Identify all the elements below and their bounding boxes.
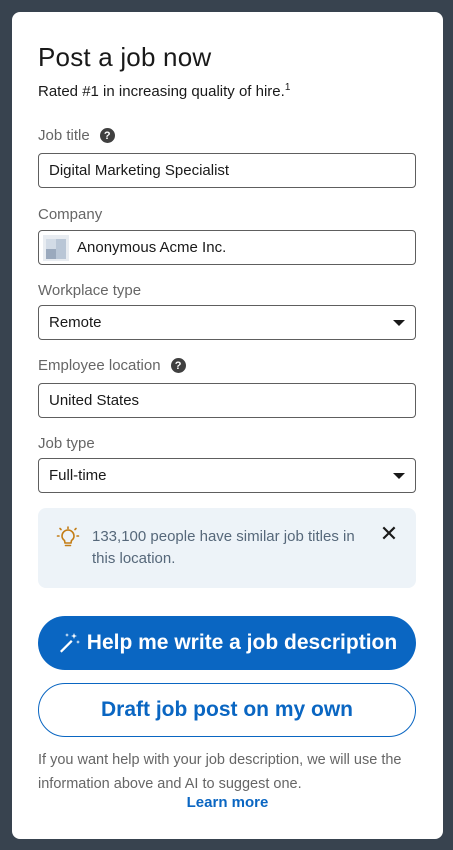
job-title-label-text: Job title [38, 127, 90, 144]
similar-titles-text: 133,100 people have similar job titles i… [92, 528, 355, 567]
workplace-type-value: Remote [49, 314, 102, 331]
job-type-caret-down-icon [393, 472, 405, 479]
job-type-label-text: Job type [38, 435, 95, 452]
help-write-description-button[interactable]: Help me write a job description [38, 616, 416, 670]
subtitle-footnote[interactable]: 1 [285, 82, 291, 93]
learn-more-link[interactable]: Learn more [12, 794, 443, 811]
subtitle-text: Rated #1 in increasing quality of hire. [38, 83, 285, 100]
company-value: Anonymous Acme Inc. [77, 239, 227, 256]
employee-location-label: Employee location ? [38, 357, 186, 374]
job-type-label: Job type [38, 435, 95, 452]
company-label-text: Company [38, 206, 103, 223]
employee-location-value: United States [49, 392, 140, 409]
employee-location-input[interactable]: United States [38, 383, 416, 418]
job-type-select[interactable]: Full-time [38, 458, 416, 493]
job-title-help-icon[interactable]: ? [99, 128, 115, 143]
employee-location-label-text: Employee location [38, 357, 161, 374]
subtitle: Rated #1 in increasing quality of hire.1 [38, 82, 290, 100]
workplace-type-select[interactable]: Remote [38, 305, 416, 340]
close-icon[interactable]: ✕ [379, 523, 399, 545]
ai-disclaimer-text: If you want help with your job descripti… [38, 752, 402, 792]
post-job-card: Post a job now Rated #1 in increasing qu… [12, 12, 443, 839]
job-type-value: Full-time [49, 467, 107, 484]
company-label: Company [38, 206, 102, 223]
workplace-type-label: Workplace type [38, 282, 141, 299]
company-logo-icon [43, 234, 69, 261]
job-title-value: Digital Marketing Specialist [49, 162, 230, 179]
job-title-input[interactable]: Digital Marketing Specialist [38, 153, 416, 188]
job-title-label: Job title ? [38, 127, 115, 144]
lightbulb-icon [56, 526, 80, 547]
magic-wand-icon [59, 633, 80, 653]
company-input[interactable]: Anonymous Acme Inc. [38, 230, 416, 265]
page-title: Post a job now [38, 42, 212, 72]
workplace-type-caret-down-icon [393, 319, 405, 326]
similar-titles-info-box: 133,100 people have similar job titles i… [38, 508, 416, 588]
workplace-type-label-text: Workplace type [38, 282, 142, 299]
help-write-description-label: Help me write a job description [86, 631, 398, 654]
draft-job-post-button[interactable]: Draft job post on my own [38, 683, 416, 737]
employee-location-help-icon[interactable]: ? [170, 358, 186, 373]
draft-job-post-label: Draft job post on my own [101, 698, 353, 721]
